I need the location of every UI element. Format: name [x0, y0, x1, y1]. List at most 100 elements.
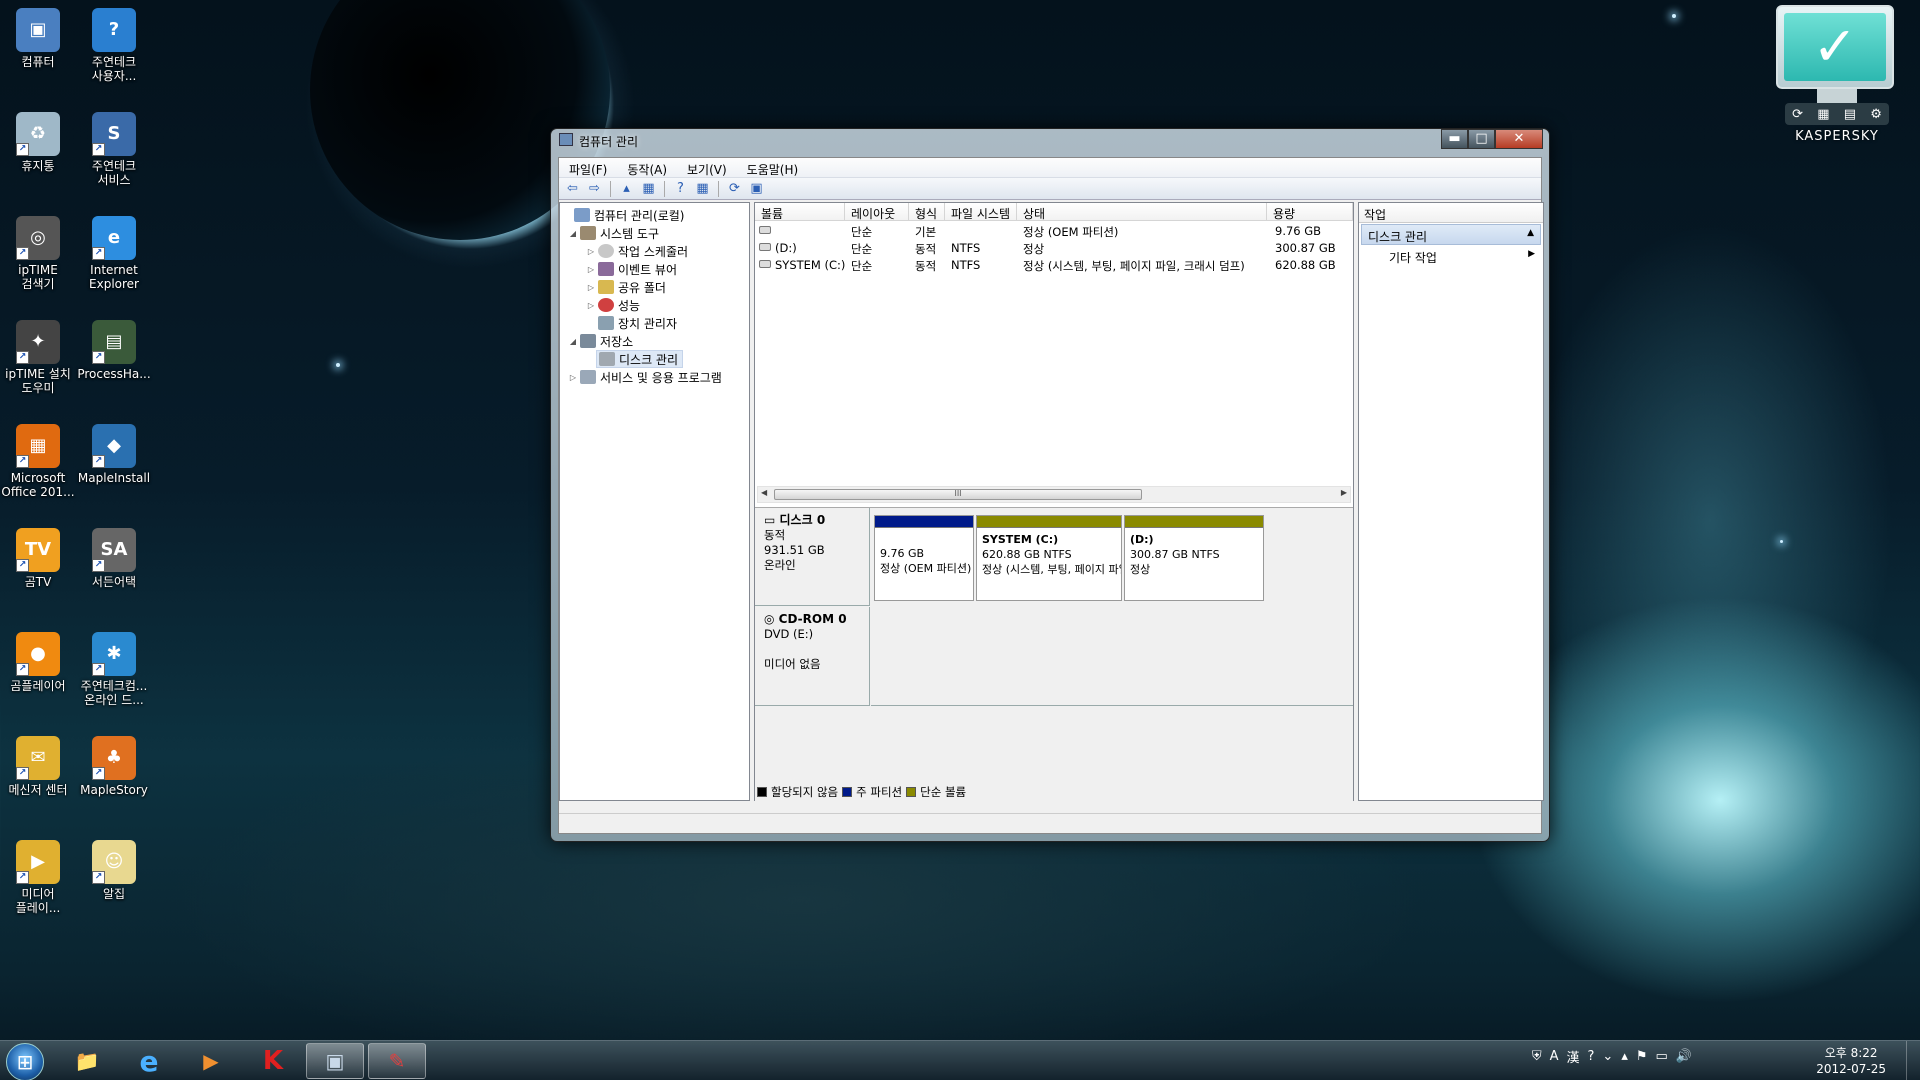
column-volume[interactable]: 볼륨 [755, 203, 845, 221]
volume-row[interactable]: 단순 기본 정상 (OEM 파티션) 9.76 GB [755, 222, 1353, 239]
computer-management-taskbar-button[interactable]: ▣ [306, 1043, 364, 1079]
expand-icon[interactable]: ▷ [586, 247, 596, 256]
expand-icon[interactable]: ▷ [568, 373, 578, 382]
horizontal-scrollbar[interactable]: ◀ III ▶ [757, 486, 1351, 503]
ime-mode-icon[interactable]: A [1550, 1049, 1559, 1064]
scroll-thumb[interactable]: III [774, 489, 1142, 500]
volume-row[interactable]: (D:) 단순 동적 NTFS 정상 300.87 GB [755, 239, 1353, 256]
desktop-icon[interactable]: ▤ ↗ ProcessHa... [76, 320, 152, 381]
desktop-icon[interactable]: ✦ ↗ ipTIME 설치 도우미 [0, 320, 76, 395]
action-more-actions[interactable]: 기타 작업 ▶ [1359, 246, 1543, 266]
menu-help[interactable]: 도움말(H) [737, 158, 809, 177]
title-bar[interactable]: 컴퓨터 관리 ▬ □ ✕ [551, 129, 1549, 151]
show-desktop-button[interactable] [1906, 1041, 1920, 1080]
report-icon[interactable]: ▤ [1844, 107, 1856, 122]
kaspersky-gadget[interactable]: ✓ ⟳ ▦ ▤ ⚙ KASPERSKY [1776, 5, 1898, 145]
menu-view[interactable]: 보기(V) [677, 158, 737, 177]
app-icon: ♻ ↗ [16, 112, 60, 156]
scroll-left-icon[interactable]: ◀ [761, 488, 767, 497]
expand-icon[interactable]: ▷ [586, 283, 596, 292]
column-capacity[interactable]: 용량 [1267, 203, 1353, 221]
explorer-taskbar-button[interactable]: 📁 [58, 1043, 116, 1079]
tree-item-task-scheduler[interactable]: ▷ 작업 스케줄러 [586, 242, 688, 260]
desktop-icon[interactable]: S ↗ 주연테크 서비스 [76, 112, 152, 187]
tree-item-root[interactable]: 컴퓨터 관리(로컬) [562, 206, 684, 224]
tree-item-storage[interactable]: ◢ 저장소 [568, 332, 633, 350]
tree-item-disk-management[interactable]: 디스크 관리 [596, 350, 684, 368]
desktop-icon[interactable]: ▣ 컴퓨터 [0, 8, 76, 69]
desktop-icon[interactable]: SA ↗ 서든어택 [76, 528, 152, 589]
show-hidden-icons-icon[interactable]: ▴ [1621, 1049, 1628, 1064]
collapse-icon[interactable]: ◢ [568, 229, 578, 238]
minimize-button[interactable]: ▬ [1441, 129, 1468, 149]
expand-icon[interactable]: ▷ [586, 265, 596, 274]
desktop-icon[interactable]: ● ↗ 곰플레이어 [0, 632, 76, 693]
network-icon[interactable]: ▭ [1656, 1049, 1668, 1064]
desktop-icon[interactable]: TV ↗ 곰TV [0, 528, 76, 589]
volume-row[interactable]: SYSTEM (C:) 단순 동적 NTFS 정상 (시스템, 부팅, 페이지 파일, … [755, 256, 1353, 273]
desktop-icon[interactable]: ♻ ↗ 휴지통 [0, 112, 76, 173]
action-center-icon[interactable]: ⚑ [1636, 1049, 1648, 1064]
security-tray-icon[interactable]: ⛨ [1532, 1049, 1542, 1064]
tree-item-performance[interactable]: ▷ 성능 [586, 296, 640, 314]
desktop-icon[interactable]: ✉ ↗ 메신저 센터 [0, 736, 76, 797]
menu-action[interactable]: 동작(A) [617, 158, 677, 177]
show-hide-tree-icon[interactable]: ▦ [639, 180, 658, 198]
hanja-icon[interactable]: 漢 [1567, 1047, 1580, 1066]
properties-icon[interactable]: ▣ [747, 180, 766, 198]
desktop-icon[interactable]: ◆ ↗ MapleInstall [76, 424, 152, 485]
maximize-button[interactable]: □ [1468, 129, 1495, 149]
desktop-icon[interactable]: ▦ ↗ Microsoft Office 201... [0, 424, 76, 499]
settings-icon[interactable]: ⚙ [1870, 107, 1882, 122]
column-filesystem[interactable]: 파일 시스템 [945, 203, 1017, 221]
show-hide-action-pane-icon[interactable]: ▦ [693, 180, 712, 198]
tree-item-system-tools[interactable]: ◢ 시스템 도구 [568, 224, 659, 242]
help-icon[interactable]: ? [671, 180, 690, 198]
desktop-icon[interactable]: ? 주연테크 사용자... [76, 8, 152, 83]
collapse-icon[interactable]: ◢ [568, 337, 578, 346]
kaspersky-taskbar-button[interactable]: K [244, 1043, 302, 1079]
ime-help-icon[interactable]: ? [1588, 1049, 1595, 1064]
ime-options-icon[interactable]: ⌄ [1602, 1049, 1613, 1064]
update-icon[interactable]: ⟳ [1792, 107, 1803, 122]
app-icon: ☺ ↗ [92, 840, 136, 884]
forward-icon[interactable]: ⇨ [585, 180, 604, 198]
tree-item-event-viewer[interactable]: ▷ 이벤트 뷰어 [586, 260, 677, 278]
close-button[interactable]: ✕ [1495, 129, 1543, 149]
disk-0-label[interactable]: ▭ 디스크 0 동적 931.51 GB 온라인 [755, 508, 870, 606]
start-button[interactable]: ⊞ [6, 1043, 44, 1080]
partition-block[interactable]: 9.76 GB 정상 (OEM 파티션) [874, 515, 974, 601]
partition-block[interactable]: (D:) 300.87 GB NTFS 정상 [1124, 515, 1264, 601]
actions-section-disk-management[interactable]: 디스크 관리 ▲ [1361, 224, 1541, 245]
column-status[interactable]: 상태 [1017, 203, 1267, 221]
paint-taskbar-button[interactable]: ✎ [368, 1043, 426, 1079]
media-player-taskbar-button[interactable]: ▶ [182, 1043, 240, 1079]
desktop-icon[interactable]: ✱ ↗ 주연테크컴... 온라인 드... [76, 632, 152, 707]
desktop-icon[interactable]: ♣ ↗ MapleStory [76, 736, 152, 797]
volume-icon[interactable]: 🔊 [1676, 1049, 1692, 1064]
column-type[interactable]: 형식 [909, 203, 945, 221]
desktop-icon[interactable]: ◎ ↗ ipTIME 검색기 [0, 216, 76, 291]
ie-taskbar-button[interactable]: e [120, 1043, 178, 1079]
refresh-icon[interactable]: ⟳ [725, 180, 744, 198]
menu-file[interactable]: 파일(F) [559, 158, 617, 177]
clock[interactable]: 오후 8:22 2012-07-25 [1816, 1045, 1886, 1077]
scroll-right-icon[interactable]: ▶ [1341, 488, 1347, 497]
expand-icon[interactable]: ▷ [586, 301, 596, 310]
tree-item-shared-folders[interactable]: ▷ 공유 폴더 [586, 278, 666, 296]
legend-swatch [906, 787, 917, 797]
tree-item-device-manager[interactable]: 장치 관리자 [586, 314, 677, 332]
desktop-icon[interactable]: ▶ ↗ 미디어 플레이... [0, 840, 76, 915]
desktop-icon[interactable]: e ↗ Internet Explorer [76, 216, 152, 291]
partition-block[interactable]: SYSTEM (C:) 620.88 GB NTFS 정상 (시스템, 부팅, 페이… [976, 515, 1122, 601]
tree-item-services-apps[interactable]: ▷ 서비스 및 응용 프로그램 [568, 368, 722, 386]
up-folder-icon[interactable]: ▴ [617, 180, 636, 198]
back-icon[interactable]: ⇦ [563, 180, 582, 198]
desktop-icon[interactable]: ☺ ↗ 알집 [76, 840, 152, 901]
column-layout[interactable]: 레이아웃 [845, 203, 909, 221]
shortcut-arrow-icon: ↗ [92, 143, 105, 156]
cdrom-0-label[interactable]: ◎ CD-ROM 0 DVD (E:) 미디어 없음 [755, 607, 870, 706]
cell-capacity: 620.88 GB [1275, 258, 1336, 272]
collapse-up-icon[interactable]: ▲ [1527, 228, 1534, 238]
calendar-icon[interactable]: ▦ [1817, 107, 1829, 122]
